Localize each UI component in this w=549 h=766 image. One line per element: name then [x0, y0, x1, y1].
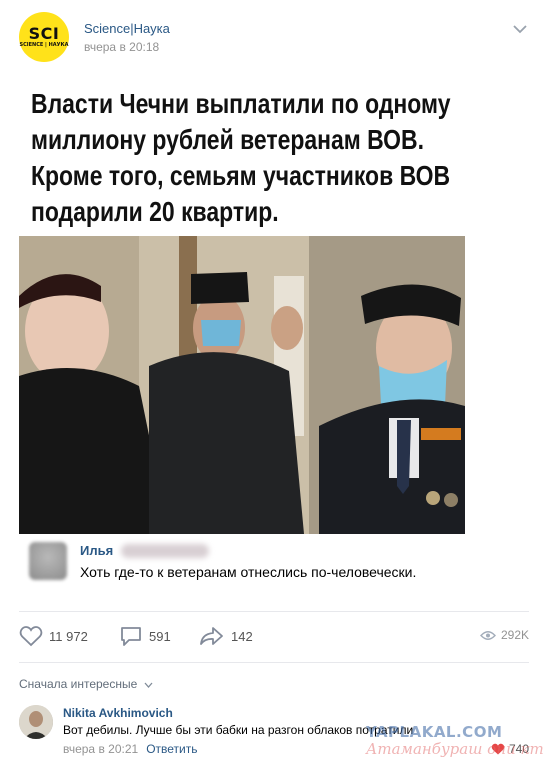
- headline-line: Власти Чечни выплатили по одному: [31, 88, 451, 119]
- post-actions: 11 972 591 142 292K: [19, 624, 529, 648]
- divider: [19, 611, 529, 612]
- comment-text: Вот дебилы. Лучше бы эти бабки на разгон…: [63, 723, 414, 737]
- comment-author-avatar[interactable]: [19, 705, 53, 739]
- comment-count: 591: [149, 628, 171, 644]
- headline-line: миллиону рублей ветеранам ВОВ.: [31, 124, 424, 155]
- group-avatar-text: SCI: [28, 23, 60, 43]
- comment-button[interactable]: 591: [119, 624, 171, 648]
- share-count: 142: [231, 628, 253, 644]
- comment-time[interactable]: вчера в 20:21: [63, 742, 138, 756]
- watermark-signature: Атаманбураш они кт: [366, 740, 544, 758]
- post-header: SCI SCIENCE | НАУКА Science|Наука вчера …: [19, 12, 531, 64]
- blurred-surname: [121, 544, 209, 558]
- headline-line: подарили 20 квартир.: [31, 196, 279, 227]
- reply-link[interactable]: Ответить: [146, 742, 197, 756]
- caption-comment-avatar[interactable]: [29, 542, 67, 580]
- caption-comment-text: Хоть где-то к ветеранам отнеслись по-чел…: [80, 564, 417, 580]
- chevron-down-icon[interactable]: [513, 24, 527, 34]
- views-counter: 292K: [480, 628, 529, 642]
- watermark-site: YAPLAKAL.COM: [366, 723, 503, 741]
- eye-icon: [480, 630, 496, 640]
- comments-sort-dropdown[interactable]: Сначала интересные: [19, 677, 153, 691]
- caption-comment: Илья Хоть где-то к ветеранам отнеслись п…: [19, 536, 529, 596]
- group-name-link[interactable]: Science|Наука: [84, 21, 170, 36]
- post-headline: Власти Чечни выплатили по одному миллион…: [31, 86, 451, 230]
- views-count: 292K: [500, 628, 529, 642]
- sort-label: Сначала интересные: [19, 677, 138, 691]
- comment-icon: [121, 627, 141, 646]
- share-button[interactable]: 142: [199, 624, 253, 648]
- chevron-down-icon: [144, 682, 153, 688]
- share-icon: [200, 627, 223, 645]
- like-button[interactable]: 11 972: [19, 624, 88, 648]
- post-photo[interactable]: [19, 236, 465, 534]
- headline-line: Кроме того, семьям участников ВОВ: [31, 160, 451, 191]
- caption-comment-author[interactable]: Илья: [80, 543, 113, 558]
- comment-author[interactable]: Nikita Avkhimovich: [63, 706, 173, 720]
- group-avatar-subtext: SCIENCE | НАУКА: [19, 41, 69, 48]
- heart-icon: [19, 626, 43, 647]
- divider: [19, 662, 529, 663]
- comment-meta: вчера в 20:21 Ответить: [63, 742, 197, 756]
- group-avatar[interactable]: SCI SCIENCE | НАУКА: [19, 12, 69, 62]
- photo-scene: [19, 236, 465, 534]
- post-time[interactable]: вчера в 20:18: [84, 40, 159, 54]
- avatar-image: [19, 705, 53, 739]
- like-count: 11 972: [49, 628, 88, 644]
